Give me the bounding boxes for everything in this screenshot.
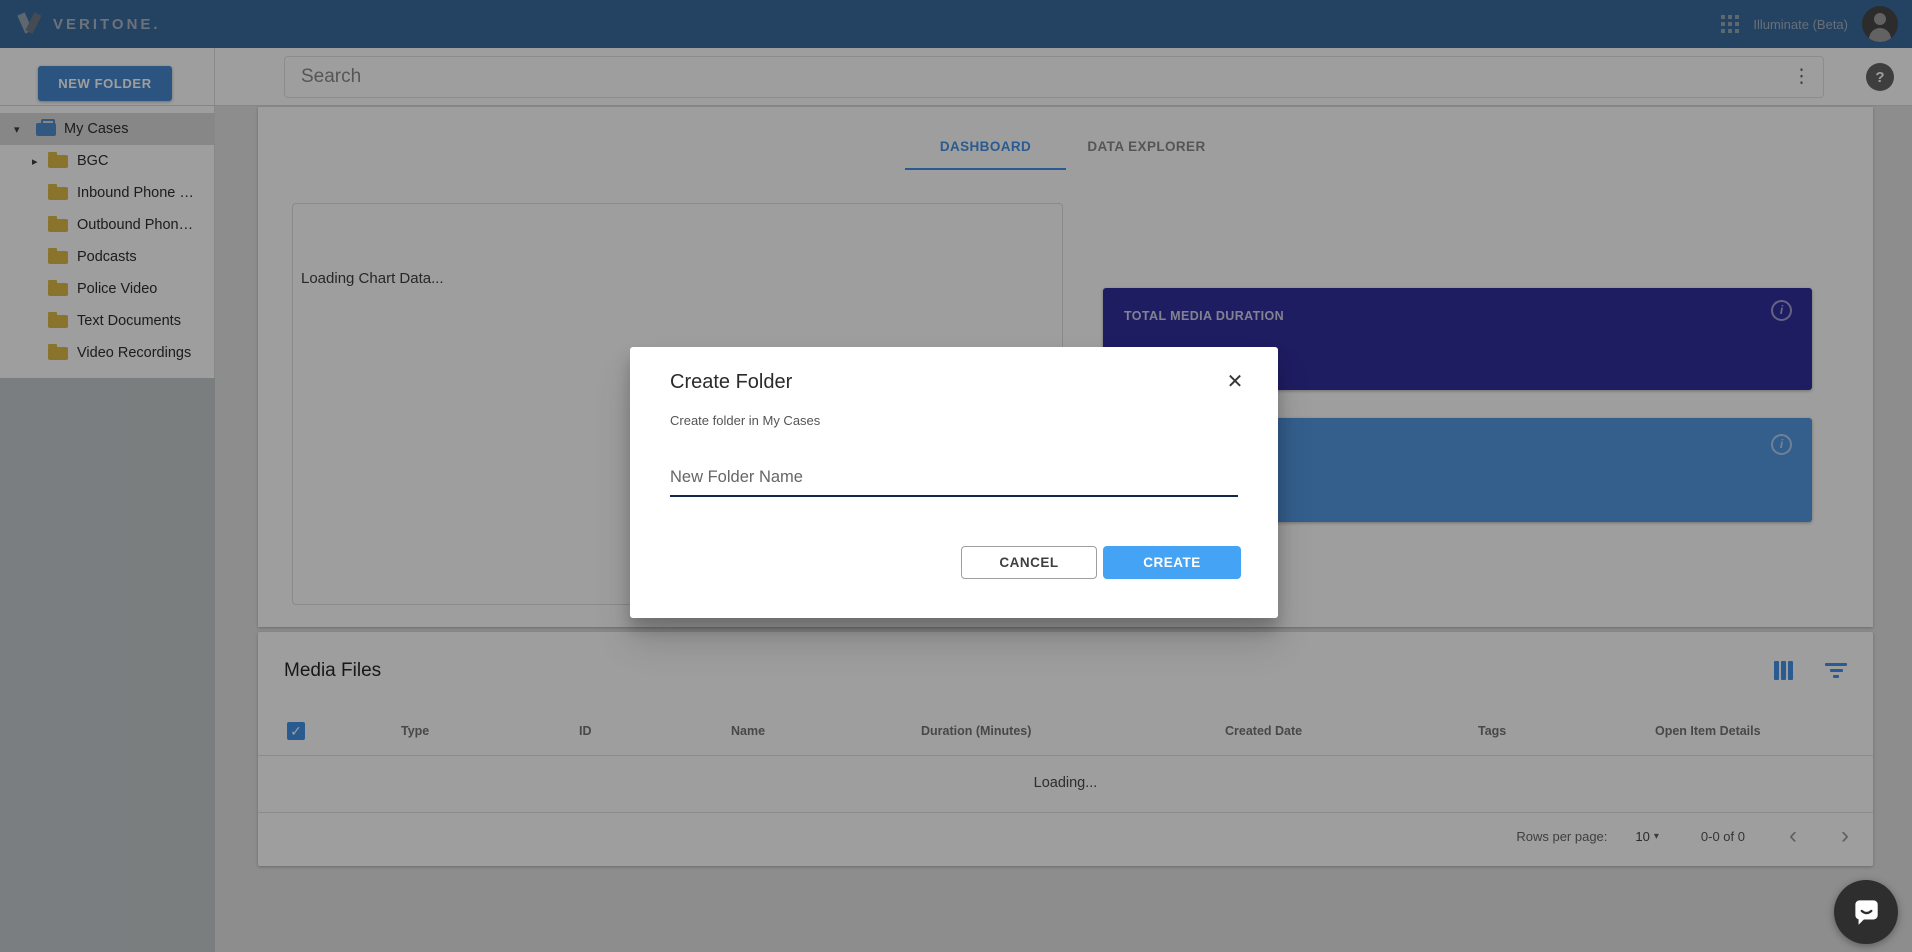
chat-widget-button[interactable] [1834, 880, 1898, 944]
dialog-subtitle: Create folder in My Cases [670, 413, 820, 428]
chat-bubble-icon [1849, 895, 1883, 929]
cancel-button[interactable]: CANCEL [961, 546, 1097, 579]
close-icon[interactable]: ✕ [1220, 367, 1250, 397]
new-folder-name-input[interactable] [670, 459, 1238, 497]
create-folder-dialog: Create Folder ✕ Create folder in My Case… [630, 347, 1278, 618]
dialog-title: Create Folder [670, 371, 792, 394]
create-button[interactable]: CREATE [1103, 546, 1241, 579]
